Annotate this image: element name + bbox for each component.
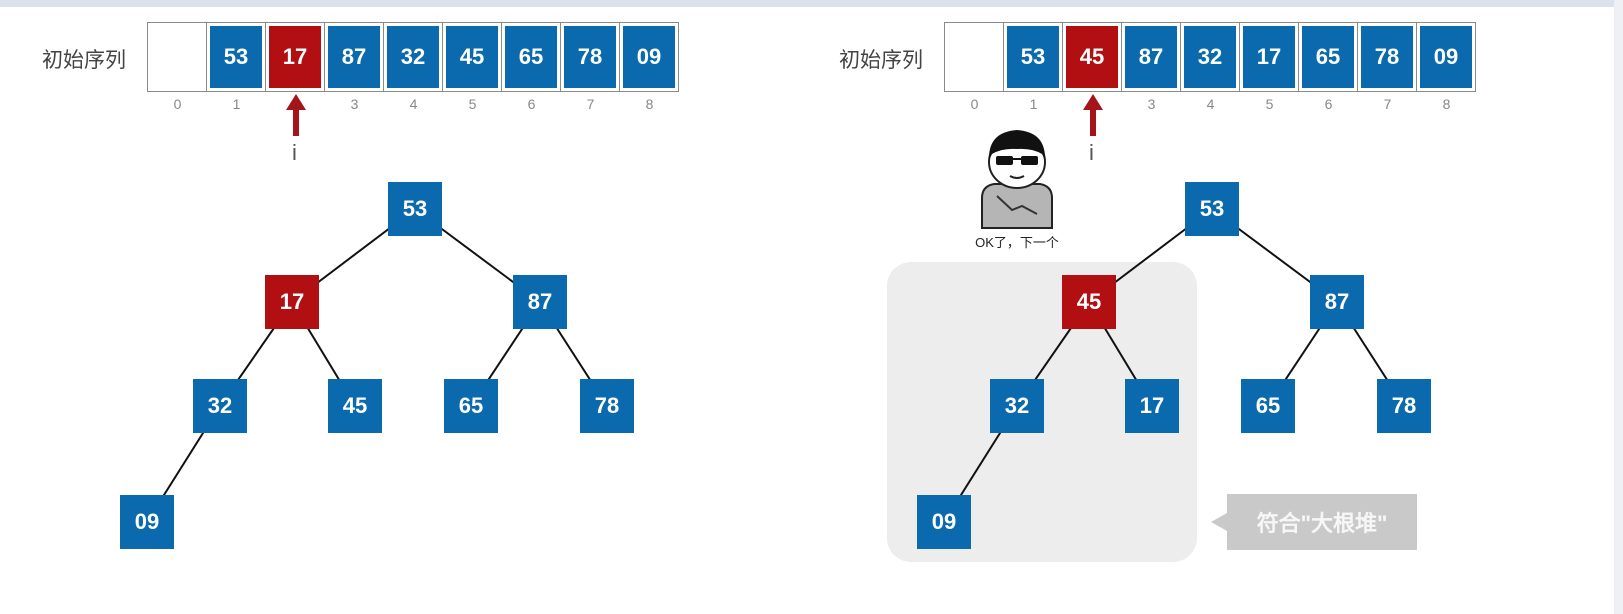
tree-node: 17: [1125, 379, 1179, 433]
right-edge: [1614, 0, 1623, 614]
tree-node: 32: [193, 379, 247, 433]
callout-pointer-icon: [1211, 513, 1227, 531]
tree-node: 32: [990, 379, 1044, 433]
tree-node: 65: [1241, 379, 1295, 433]
tree-node: 78: [580, 379, 634, 433]
tree-node: 45: [328, 379, 382, 433]
tree-node: 87: [513, 275, 567, 329]
meme-sticker: OK了，下一个: [952, 118, 1082, 260]
tree-node: 17: [265, 275, 319, 329]
tree-node: 09: [917, 495, 971, 549]
tree-node: 78: [1377, 379, 1431, 433]
tree-node: 87: [1310, 275, 1364, 329]
tree-node: 65: [444, 379, 498, 433]
meme-caption: OK了，下一个: [975, 235, 1059, 250]
meme-face-icon: [981, 130, 1053, 229]
tree-node: 53: [388, 182, 442, 236]
panel-left: 初始序列 5317873245657809 012345678 i 531787…: [0, 0, 800, 614]
tree-node: 53: [1185, 182, 1239, 236]
tree-node: 45: [1062, 275, 1116, 329]
panel-right: 初始序列 5345873217657809 012345678 i 534587…: [797, 0, 1597, 614]
tree-node: 09: [120, 495, 174, 549]
callout-text: 符合"大根堆": [1227, 494, 1417, 550]
